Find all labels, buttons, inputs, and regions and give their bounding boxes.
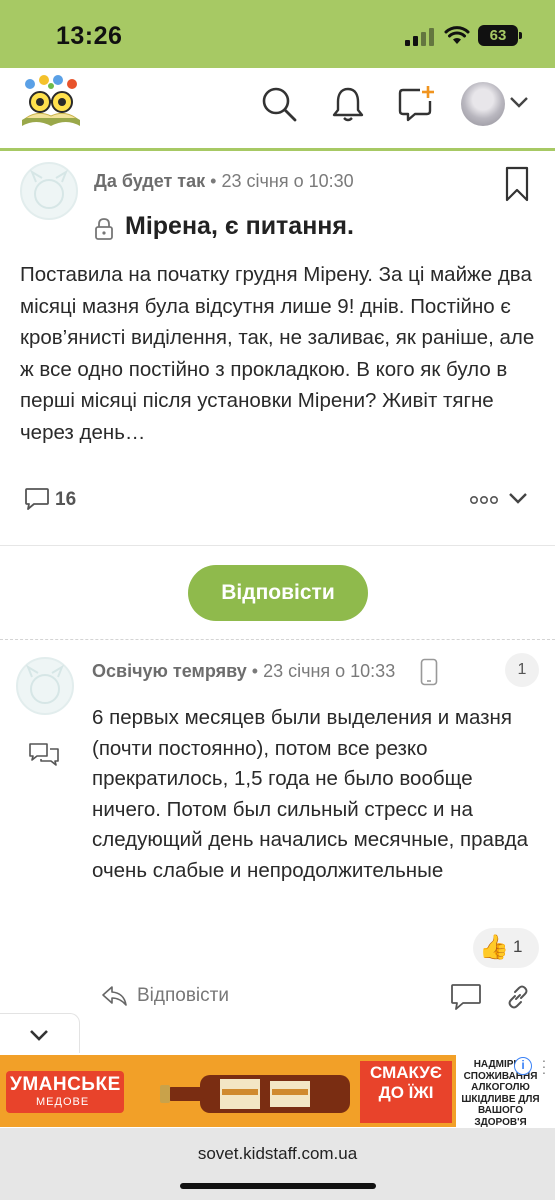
user-avatar[interactable] bbox=[461, 82, 505, 126]
comment-reply-link[interactable]: Відповісти bbox=[137, 985, 229, 1007]
reply-button[interactable]: Відповісти bbox=[188, 565, 368, 621]
like-reaction[interactable]: 👍 1 bbox=[473, 928, 539, 968]
comment-author-avatar[interactable] bbox=[16, 657, 74, 715]
beer-bottle-image bbox=[160, 1075, 350, 1113]
post-meta: Да будет так • 23 січня о 10:30 bbox=[94, 171, 354, 192]
divider bbox=[0, 639, 555, 640]
status-time: 13:26 bbox=[56, 22, 123, 50]
post-body: Поставила на початку грудня Мірену. За ц… bbox=[20, 263, 535, 444]
comment-bubble-icon[interactable] bbox=[450, 983, 482, 1011]
post-title[interactable]: Мірена, є питання. bbox=[125, 212, 354, 241]
mobile-device-icon bbox=[420, 658, 438, 686]
url-text[interactable]: sovet.kidstaff.com.ua bbox=[0, 1144, 555, 1164]
ad-brand-name: УМАНСЬКЕ bbox=[10, 1074, 121, 1095]
divider bbox=[0, 545, 555, 546]
comment-author[interactable]: Освічую темряву bbox=[92, 661, 247, 681]
lock-icon bbox=[95, 218, 113, 240]
status-bar: 13:26 63 bbox=[0, 0, 555, 68]
post-date: 23 січня о 10:30 bbox=[221, 171, 354, 191]
new-post-icon[interactable] bbox=[396, 84, 436, 124]
thread-replies-icon[interactable] bbox=[28, 742, 60, 768]
ad-brand-sub: МЕДОВЕ bbox=[36, 1096, 90, 1108]
browser-url-bar[interactable] bbox=[0, 1128, 555, 1200]
chevron-down-icon bbox=[30, 1030, 48, 1041]
cellular-signal-icon bbox=[405, 28, 435, 46]
more-options-icon[interactable] bbox=[470, 494, 498, 506]
comment-number-badge: 1 bbox=[505, 653, 539, 687]
chevron-down-icon[interactable] bbox=[508, 491, 528, 505]
ad-brand-logo: УМАНСЬКЕ МЕДОВЕ bbox=[6, 1071, 124, 1113]
comment-date: 23 січня о 10:33 bbox=[263, 661, 396, 681]
ad-tagline: СМАКУЄ ДО ЇЖІ bbox=[360, 1061, 452, 1123]
comments-count[interactable]: 16 bbox=[55, 489, 76, 511]
chevron-down-icon[interactable] bbox=[508, 95, 530, 109]
comment-bubble-icon[interactable] bbox=[24, 487, 50, 511]
collapse-panel-button[interactable] bbox=[0, 1013, 80, 1053]
meta-separator: • bbox=[210, 171, 217, 191]
kidstaff-logo-icon[interactable] bbox=[18, 74, 84, 128]
post-author[interactable]: Да будет так bbox=[94, 171, 205, 191]
bookmark-icon[interactable] bbox=[505, 166, 529, 202]
link-icon[interactable] bbox=[505, 984, 531, 1010]
ad-info-icon[interactable]: i bbox=[514, 1057, 532, 1075]
reply-arrow-icon[interactable] bbox=[100, 984, 128, 1008]
wifi-icon bbox=[444, 26, 470, 44]
bell-icon[interactable] bbox=[328, 84, 368, 124]
ad-more-icon[interactable]: · · · bbox=[538, 1055, 550, 1079]
meta-separator: • bbox=[251, 661, 259, 681]
thumbs-up-icon: 👍 bbox=[479, 934, 509, 961]
ad-banner[interactable]: УМАНСЬКЕ МЕДОВЕ СМАКУЄ ДО ЇЖІ НАДМІРНЕ С… bbox=[0, 1055, 555, 1127]
comment-body: 6 первых месяцев были выделения и мазня … bbox=[92, 706, 528, 882]
comment-meta: Освічую темряву • 23 січня о 10:33 bbox=[92, 661, 395, 682]
battery-icon: 63 bbox=[478, 25, 522, 46]
post-author-avatar[interactable] bbox=[20, 162, 78, 220]
like-count: 1 bbox=[513, 937, 523, 956]
search-icon[interactable] bbox=[259, 84, 299, 124]
home-indicator[interactable] bbox=[180, 1183, 376, 1189]
header-accent-line bbox=[0, 148, 555, 151]
